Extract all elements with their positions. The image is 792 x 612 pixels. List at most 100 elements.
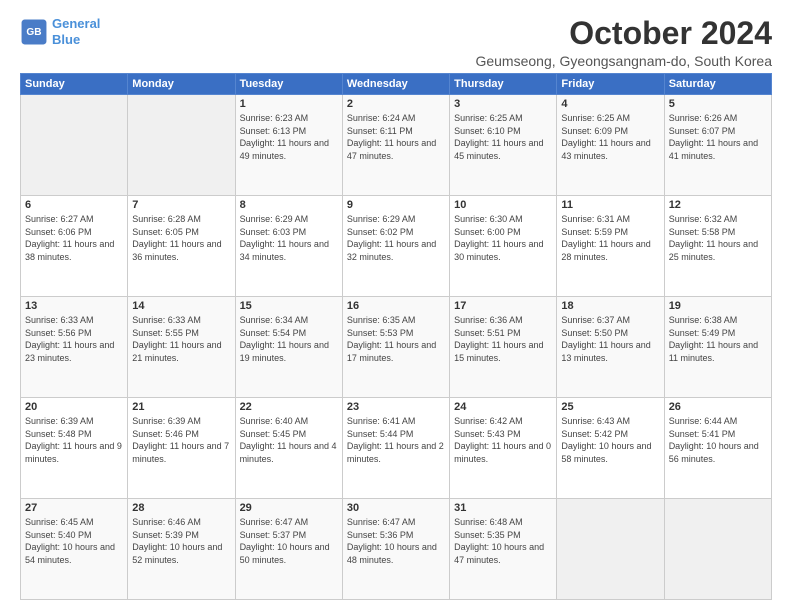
day-number: 7 bbox=[132, 199, 230, 211]
logo: GB General Blue bbox=[20, 16, 100, 47]
day-cell-4-4: 31 Sunrise: 6:48 AM Sunset: 5:35 PM Dayli… bbox=[450, 499, 557, 600]
day-cell-3-6: 26 Sunrise: 6:44 AM Sunset: 5:41 PM Dayli… bbox=[664, 398, 771, 499]
day-number: 26 bbox=[669, 401, 767, 413]
day-number: 14 bbox=[132, 300, 230, 312]
day-cell-3-1: 21Sunrise: 6:39 AM Sunset: 5:46 PM Dayli… bbox=[128, 398, 235, 499]
day-number: 28 bbox=[132, 502, 230, 514]
col-friday: Friday bbox=[557, 74, 664, 95]
day-cell-4-5 bbox=[557, 499, 664, 600]
day-cell-0-6: 5Sunrise: 6:26 AM Sunset: 6:07 PM Daylig… bbox=[664, 95, 771, 196]
col-monday: Monday bbox=[128, 74, 235, 95]
day-number: 29 bbox=[240, 502, 338, 514]
day-cell-2-1: 14 Sunrise: 6:33 AM Sunset: 5:55 PM Dayli… bbox=[128, 297, 235, 398]
day-cell-3-2: 22 Sunrise: 6:40 AM Sunset: 5:45 PM Dayli… bbox=[235, 398, 342, 499]
day-info: Sunrise: 6:25 AM Sunset: 6:09 PM Dayligh… bbox=[561, 112, 659, 162]
day-info: Sunrise: 6:23 AM Sunset: 6:13 PM Dayligh… bbox=[240, 112, 338, 162]
day-cell-1-1: 7 Sunrise: 6:28 AM Sunset: 6:05 PM Daylig… bbox=[128, 196, 235, 297]
week-row-5: 27 Sunrise: 6:45 AM Sunset: 5:40 PM Dayli… bbox=[21, 499, 772, 600]
day-info: Sunrise: 6:45 AM Sunset: 5:40 PM Dayligh… bbox=[25, 516, 123, 566]
day-cell-2-0: 13 Sunrise: 6:33 AM Sunset: 5:56 PM Dayli… bbox=[21, 297, 128, 398]
day-info: Sunrise: 6:42 AM Sunset: 5:43 PM Dayligh… bbox=[454, 415, 552, 465]
day-cell-4-2: 29Sunrise: 6:47 AM Sunset: 5:37 PM Dayli… bbox=[235, 499, 342, 600]
day-cell-1-6: 12Sunrise: 6:32 AM Sunset: 5:58 PM Dayli… bbox=[664, 196, 771, 297]
page: GB General Blue October 2024 Geumseong, … bbox=[0, 0, 792, 612]
day-info: Sunrise: 6:33 AM Sunset: 5:55 PM Dayligh… bbox=[132, 314, 230, 364]
day-cell-0-3: 2 Sunrise: 6:24 AM Sunset: 6:11 PM Daylig… bbox=[342, 95, 449, 196]
day-number: 15 bbox=[240, 300, 338, 312]
day-number: 6 bbox=[25, 199, 123, 211]
day-number: 4 bbox=[561, 98, 659, 110]
day-cell-3-3: 23Sunrise: 6:41 AM Sunset: 5:44 PM Dayli… bbox=[342, 398, 449, 499]
day-info: Sunrise: 6:46 AM Sunset: 5:39 PM Dayligh… bbox=[132, 516, 230, 566]
day-cell-1-2: 8Sunrise: 6:29 AM Sunset: 6:03 PM Daylig… bbox=[235, 196, 342, 297]
col-thursday: Thursday bbox=[450, 74, 557, 95]
logo-line1: General bbox=[52, 16, 100, 31]
day-info: Sunrise: 6:25 AM Sunset: 6:10 PM Dayligh… bbox=[454, 112, 552, 162]
day-number: 13 bbox=[25, 300, 123, 312]
title-block: October 2024 Geumseong, Gyeongsangnam-do… bbox=[475, 16, 772, 69]
day-cell-1-0: 6 Sunrise: 6:27 AM Sunset: 6:06 PM Daylig… bbox=[21, 196, 128, 297]
day-number: 1 bbox=[240, 98, 338, 110]
day-number: 18 bbox=[561, 300, 659, 312]
calendar-header-row: Sunday Monday Tuesday Wednesday Thursday… bbox=[21, 74, 772, 95]
week-row-4: 20 Sunrise: 6:39 AM Sunset: 5:48 PM Dayli… bbox=[21, 398, 772, 499]
day-cell-1-3: 9 Sunrise: 6:29 AM Sunset: 6:02 PM Daylig… bbox=[342, 196, 449, 297]
day-cell-1-4: 10 Sunrise: 6:30 AM Sunset: 6:00 PM Dayli… bbox=[450, 196, 557, 297]
week-row-3: 13 Sunrise: 6:33 AM Sunset: 5:56 PM Dayli… bbox=[21, 297, 772, 398]
day-info: Sunrise: 6:32 AM Sunset: 5:58 PM Dayligh… bbox=[669, 213, 767, 263]
day-info: Sunrise: 6:30 AM Sunset: 6:00 PM Dayligh… bbox=[454, 213, 552, 263]
day-number: 27 bbox=[25, 502, 123, 514]
day-info: Sunrise: 6:48 AM Sunset: 5:35 PM Dayligh… bbox=[454, 516, 552, 566]
day-info: Sunrise: 6:31 AM Sunset: 5:59 PM Dayligh… bbox=[561, 213, 659, 263]
day-info: Sunrise: 6:29 AM Sunset: 6:02 PM Dayligh… bbox=[347, 213, 445, 263]
day-number: 24 bbox=[454, 401, 552, 413]
day-number: 30 bbox=[347, 502, 445, 514]
day-info: Sunrise: 6:27 AM Sunset: 6:06 PM Dayligh… bbox=[25, 213, 123, 263]
day-number: 2 bbox=[347, 98, 445, 110]
col-saturday: Saturday bbox=[664, 74, 771, 95]
day-info: Sunrise: 6:47 AM Sunset: 5:36 PM Dayligh… bbox=[347, 516, 445, 566]
day-cell-0-0 bbox=[21, 95, 128, 196]
col-sunday: Sunday bbox=[21, 74, 128, 95]
day-cell-0-1 bbox=[128, 95, 235, 196]
day-info: Sunrise: 6:28 AM Sunset: 6:05 PM Dayligh… bbox=[132, 213, 230, 263]
day-info: Sunrise: 6:40 AM Sunset: 5:45 PM Dayligh… bbox=[240, 415, 338, 465]
subtitle: Geumseong, Gyeongsangnam-do, South Korea bbox=[475, 53, 772, 69]
day-number: 31 bbox=[454, 502, 552, 514]
day-info: Sunrise: 6:35 AM Sunset: 5:53 PM Dayligh… bbox=[347, 314, 445, 364]
day-number: 3 bbox=[454, 98, 552, 110]
day-number: 23 bbox=[347, 401, 445, 413]
day-cell-4-0: 27 Sunrise: 6:45 AM Sunset: 5:40 PM Dayli… bbox=[21, 499, 128, 600]
logo-line2: Blue bbox=[52, 32, 80, 47]
day-info: Sunrise: 6:34 AM Sunset: 5:54 PM Dayligh… bbox=[240, 314, 338, 364]
day-cell-2-3: 16Sunrise: 6:35 AM Sunset: 5:53 PM Dayli… bbox=[342, 297, 449, 398]
day-cell-0-2: 1 Sunrise: 6:23 AM Sunset: 6:13 PM Daylig… bbox=[235, 95, 342, 196]
day-cell-2-5: 18 Sunrise: 6:37 AM Sunset: 5:50 PM Dayli… bbox=[557, 297, 664, 398]
day-number: 5 bbox=[669, 98, 767, 110]
day-info: Sunrise: 6:43 AM Sunset: 5:42 PM Dayligh… bbox=[561, 415, 659, 465]
day-number: 17 bbox=[454, 300, 552, 312]
day-cell-0-4: 3 Sunrise: 6:25 AM Sunset: 6:10 PM Daylig… bbox=[450, 95, 557, 196]
day-number: 8 bbox=[240, 199, 338, 211]
day-number: 20 bbox=[25, 401, 123, 413]
day-number: 9 bbox=[347, 199, 445, 211]
day-info: Sunrise: 6:24 AM Sunset: 6:11 PM Dayligh… bbox=[347, 112, 445, 162]
day-info: Sunrise: 6:39 AM Sunset: 5:48 PM Dayligh… bbox=[25, 415, 123, 465]
main-title: October 2024 bbox=[475, 16, 772, 51]
day-number: 25 bbox=[561, 401, 659, 413]
day-info: Sunrise: 6:44 AM Sunset: 5:41 PM Dayligh… bbox=[669, 415, 767, 465]
day-cell-4-3: 30 Sunrise: 6:47 AM Sunset: 5:36 PM Dayli… bbox=[342, 499, 449, 600]
day-number: 10 bbox=[454, 199, 552, 211]
day-info: Sunrise: 6:33 AM Sunset: 5:56 PM Dayligh… bbox=[25, 314, 123, 364]
week-row-1: 1 Sunrise: 6:23 AM Sunset: 6:13 PM Daylig… bbox=[21, 95, 772, 196]
logo-icon: GB bbox=[20, 18, 48, 46]
day-cell-2-2: 15 Sunrise: 6:34 AM Sunset: 5:54 PM Dayli… bbox=[235, 297, 342, 398]
logo-text: General Blue bbox=[52, 16, 100, 47]
day-info: Sunrise: 6:38 AM Sunset: 5:49 PM Dayligh… bbox=[669, 314, 767, 364]
day-cell-2-6: 19Sunrise: 6:38 AM Sunset: 5:49 PM Dayli… bbox=[664, 297, 771, 398]
day-cell-4-1: 28 Sunrise: 6:46 AM Sunset: 5:39 PM Dayli… bbox=[128, 499, 235, 600]
day-info: Sunrise: 6:37 AM Sunset: 5:50 PM Dayligh… bbox=[561, 314, 659, 364]
day-cell-3-5: 25 Sunrise: 6:43 AM Sunset: 5:42 PM Dayli… bbox=[557, 398, 664, 499]
col-wednesday: Wednesday bbox=[342, 74, 449, 95]
day-number: 22 bbox=[240, 401, 338, 413]
